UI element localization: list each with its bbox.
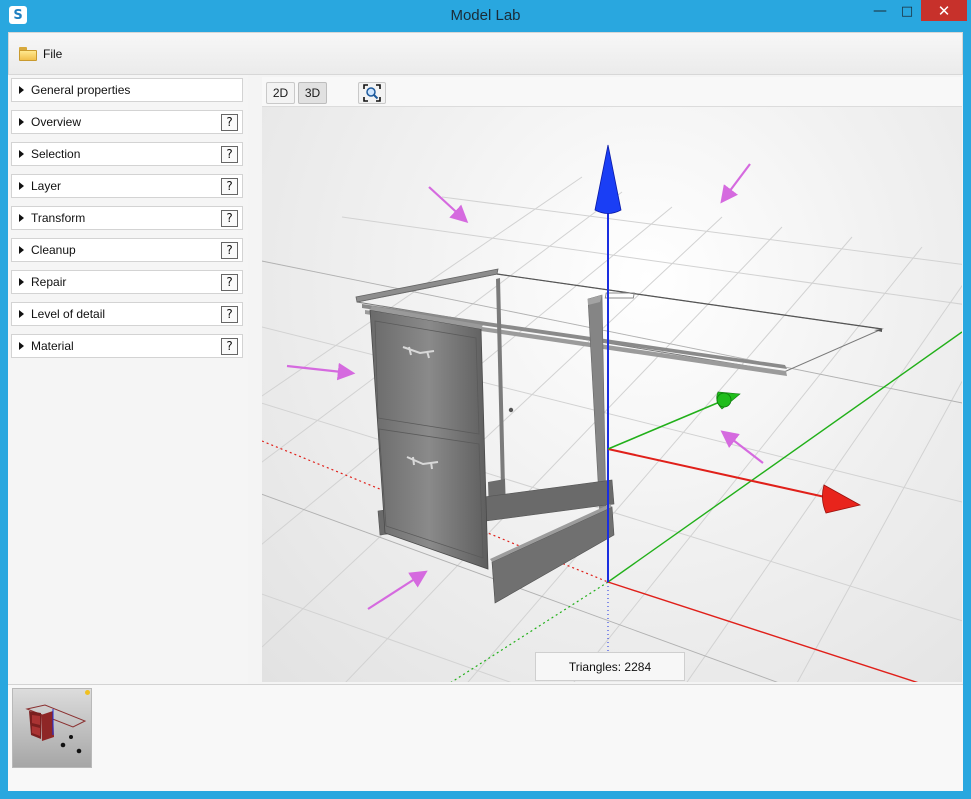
expand-arrow-icon [19,246,24,254]
panel-item-label: Level of detail [31,307,106,321]
panel-item-label: Material [31,339,74,353]
properties-panel: General properties Overview ? Selection … [8,75,248,685]
panel-item-transform[interactable]: Transform ? [11,206,243,230]
zoom-fit-icon [363,84,381,102]
expand-arrow-icon [19,214,24,222]
help-button[interactable]: ? [221,337,238,355]
annotation-arrow [720,163,751,204]
help-button[interactable]: ? [221,273,238,291]
close-button[interactable]: ✕ [921,0,967,21]
3d-viewport[interactable]: Triangles: 2284 [262,107,962,682]
maximize-icon: □ [900,3,914,19]
help-button[interactable]: ? [221,113,238,131]
cabinet-thumbnail-icon [25,704,87,754]
thumbnail-status-dot [85,690,90,695]
panel-item-material[interactable]: Material ? [11,334,243,358]
ground-grid-major [262,260,962,682]
panel-item-layer[interactable]: Layer ? [11,174,243,198]
menu-bar: File [8,32,963,75]
cabinet-model [355,268,884,604]
scene-canvas [262,144,962,682]
window-title: Model Lab [450,7,521,24]
annotation-arrow [428,186,469,223]
panel-item-label: Repair [31,275,67,289]
cabinet-kick-plate [491,506,615,604]
expand-arrow-icon [19,118,24,126]
panel-item-selection[interactable]: Selection ? [11,142,243,166]
expand-arrow-icon [19,150,24,158]
panel-item-overview[interactable]: Overview ? [11,110,243,134]
axis-x [607,448,835,500]
annotation-arrow [720,430,764,464]
view-3d-button[interactable]: 3D [298,82,327,104]
close-icon: ✕ [937,1,951,20]
panel-item-label: Layer [31,179,62,193]
model-thumbnail[interactable] [12,688,92,768]
panel-item-label: Selection [31,147,81,161]
cabinet-side-post [496,278,505,488]
maximize-button[interactable]: □ [894,0,920,22]
help-button[interactable]: ? [221,241,238,259]
client-area: File General properties Overview ? Selec… [8,32,963,791]
expand-arrow-icon [19,278,24,286]
panel-item-cleanup[interactable]: Cleanup ? [11,238,243,262]
expand-arrow-icon [19,86,24,94]
panel-item-general-properties[interactable]: General properties [11,78,243,102]
help-button[interactable]: ? [221,145,238,163]
model-thumbnail-strip [8,684,963,791]
panel-item-label: Cleanup [31,243,76,257]
minimize-button[interactable]: — [867,0,893,22]
help-button[interactable]: ? [221,177,238,195]
help-button[interactable]: ? [221,209,238,227]
minimize-icon: — [873,3,887,19]
ground-grid [262,176,962,682]
viewport-toolbar: 2D 3D [262,77,962,107]
axis-z-ground [607,331,962,583]
axis-z [607,400,723,450]
title-bar[interactable]: S Model Lab — □ ✕ [0,0,971,32]
panel-item-label: Overview [31,115,82,129]
triangle-count-status: Triangles: 2284 [535,652,685,681]
folder-icon [19,47,37,61]
zoom-fit-button[interactable] [358,82,386,104]
annotation-arrow [367,570,428,610]
annotation-arrows [286,163,764,610]
panel-item-label: General properties [31,83,131,97]
axis-x-arrowhead [822,484,862,514]
axis-y-arrowhead [594,144,622,214]
panel-item-level-of-detail[interactable]: Level of detail ? [11,302,243,326]
application-window: S Model Lab — □ ✕ File General propertie… [0,0,971,799]
expand-arrow-icon [19,310,24,318]
file-menu-label: File [43,47,63,61]
panel-item-label: Transform [31,211,86,225]
cabinet-door-panel [369,309,489,570]
expand-arrow-icon [19,182,24,190]
file-menu[interactable]: File [19,44,62,64]
help-button[interactable]: ? [221,305,238,323]
expand-arrow-icon [19,342,24,350]
view-2d-button[interactable]: 2D [266,82,295,104]
panel-item-repair[interactable]: Repair ? [11,270,243,294]
